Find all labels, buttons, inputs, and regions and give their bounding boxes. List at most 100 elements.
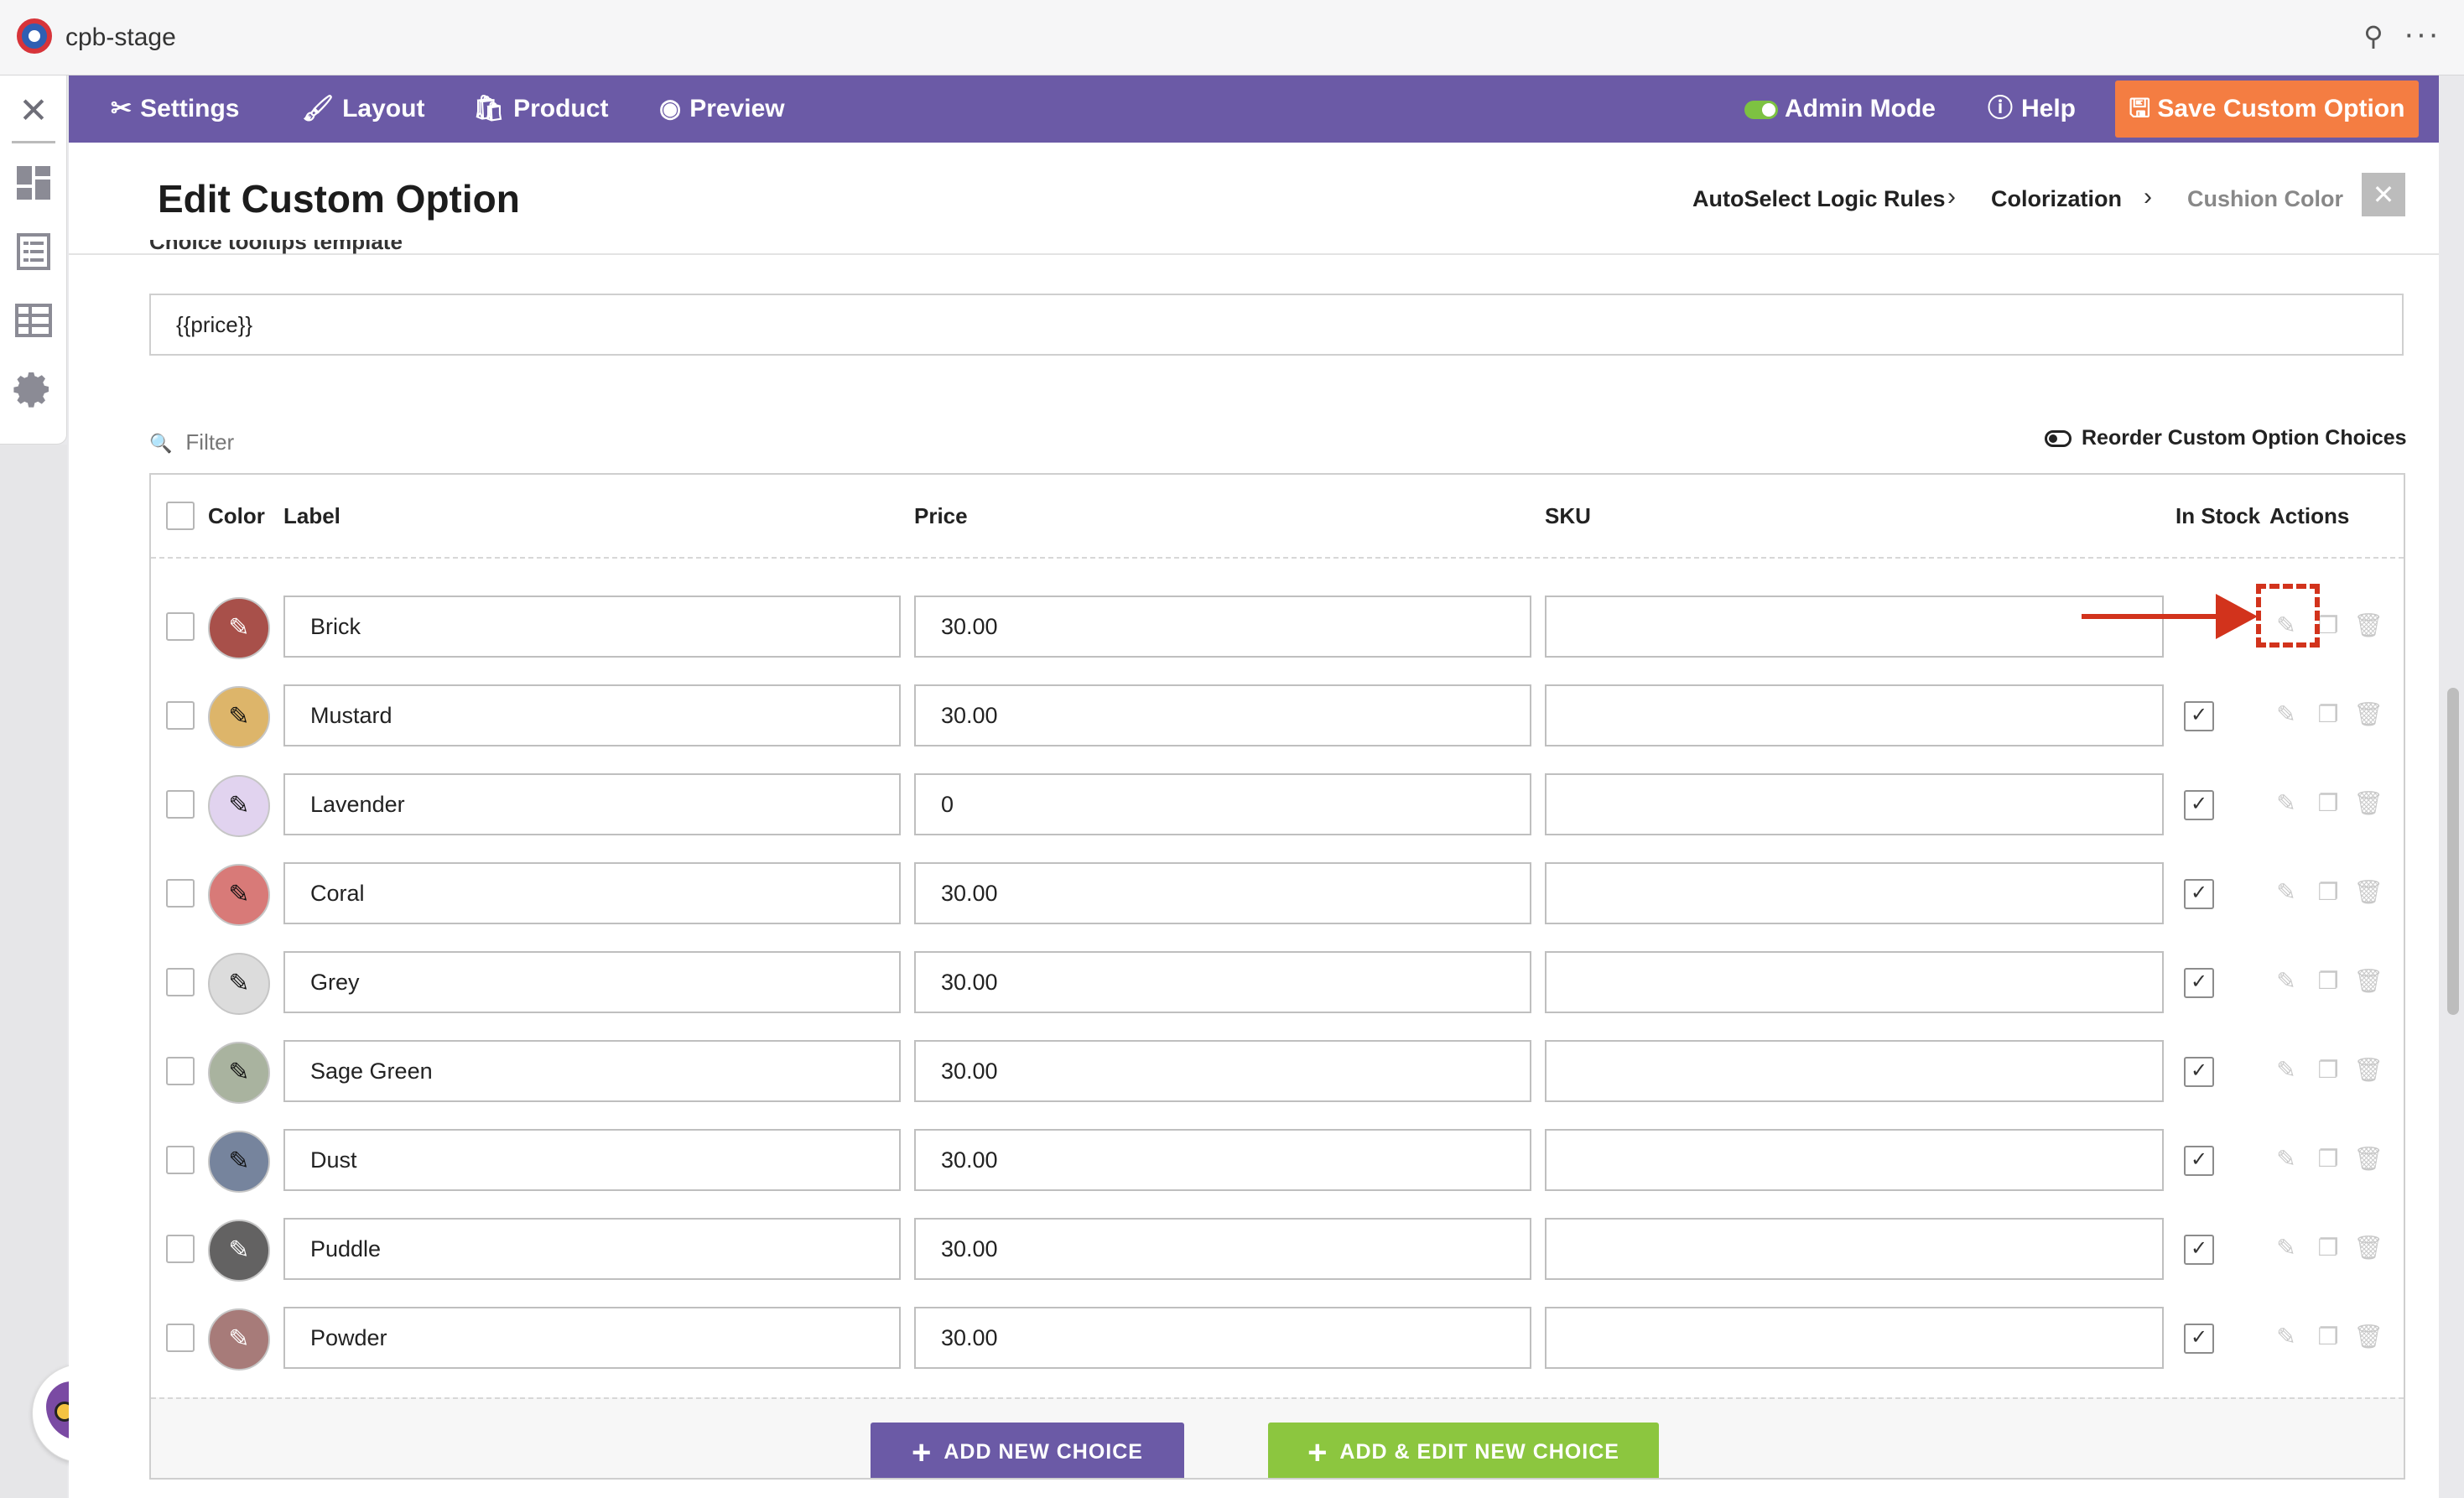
select-all-checkbox[interactable] — [166, 502, 195, 530]
label-input[interactable]: Powder — [283, 1307, 901, 1369]
edit-icon[interactable]: ✎ — [2271, 966, 2301, 996]
price-input[interactable]: 30.00 — [914, 1040, 1531, 1102]
sku-input[interactable] — [1545, 596, 2164, 658]
color-swatch[interactable]: ✎ — [208, 1042, 270, 1104]
sku-input[interactable] — [1545, 1218, 2164, 1280]
trash-icon[interactable]: 🗑 — [2353, 700, 2383, 730]
sku-input[interactable] — [1545, 1129, 2164, 1191]
in-stock-checkbox[interactable]: ✓ — [2184, 1146, 2214, 1176]
add-new-choice-button[interactable]: + ADD NEW CHOICE — [871, 1423, 1184, 1478]
row-checkbox[interactable] — [166, 790, 195, 819]
more-options-icon[interactable]: ··· — [2404, 17, 2439, 52]
edit-icon[interactable]: ✎ — [2271, 1055, 2301, 1085]
trash-icon[interactable]: 🗑 — [2353, 1055, 2383, 1085]
copy-icon[interactable]: ❐ — [2313, 700, 2343, 730]
close-button[interactable]: ✕ — [2362, 173, 2405, 216]
copy-icon[interactable]: ❐ — [2313, 788, 2343, 819]
in-stock-checkbox[interactable]: ✓ — [2184, 1057, 2214, 1087]
price-input[interactable]: 30.00 — [914, 1307, 1531, 1369]
trash-icon[interactable]: 🗑 — [2353, 877, 2383, 908]
nav-help[interactable]: ⓘ Help — [1988, 75, 2076, 143]
edit-icon[interactable]: ✎ — [2271, 788, 2301, 819]
copy-icon[interactable]: ❐ — [2313, 1233, 2343, 1263]
copy-icon[interactable]: ❐ — [2313, 877, 2343, 908]
color-swatch[interactable]: ✎ — [208, 1308, 270, 1371]
pin-icon[interactable]: ⚲ — [2358, 20, 2389, 54]
edit-icon[interactable]: ✎ — [2271, 1233, 2301, 1263]
edit-icon[interactable]: ✎ — [2271, 1322, 2301, 1352]
trash-icon[interactable]: 🗑 — [2353, 1233, 2383, 1263]
price-input[interactable]: 30.00 — [914, 951, 1531, 1013]
price-input[interactable]: 30.00 — [914, 1218, 1531, 1280]
label-input[interactable]: Coral — [283, 862, 901, 924]
reorder-toggle[interactable]: Reorder Custom Option Choices — [2045, 426, 2407, 450]
list-icon[interactable] — [13, 231, 54, 272]
add-edit-new-choice-button[interactable]: + ADD & EDIT NEW CHOICE — [1268, 1423, 1659, 1478]
row-checkbox[interactable] — [166, 1057, 195, 1085]
close-icon[interactable]: ✕ — [15, 92, 52, 129]
row-checkbox[interactable] — [166, 879, 195, 908]
copy-icon[interactable]: ❐ — [2313, 1144, 2343, 1174]
save-custom-option-button[interactable]: 🖫 Save Custom Option — [2115, 81, 2419, 138]
color-swatch[interactable]: ✎ — [208, 1220, 270, 1282]
sku-input[interactable] — [1545, 773, 2164, 835]
page-scrollbar[interactable] — [2447, 688, 2459, 1015]
price-input[interactable]: 30.00 — [914, 1129, 1531, 1191]
edit-icon[interactable]: ✎ — [2271, 1144, 2301, 1174]
copy-icon[interactable]: ❐ — [2313, 1055, 2343, 1085]
color-swatch[interactable]: ✎ — [208, 953, 270, 1015]
edit-icon[interactable]: ✎ — [2271, 877, 2301, 908]
label-input[interactable]: Puddle — [283, 1218, 901, 1280]
color-swatch[interactable]: ✎ — [208, 1131, 270, 1193]
sku-input[interactable] — [1545, 951, 2164, 1013]
label-input[interactable]: Grey — [283, 951, 901, 1013]
copy-icon[interactable]: ❐ — [2313, 966, 2343, 996]
breadcrumb-colorization[interactable]: Colorization — [1991, 186, 2122, 212]
in-stock-checkbox[interactable]: ✓ — [2184, 968, 2214, 998]
in-stock-checkbox[interactable]: ✓ — [2184, 879, 2214, 909]
sku-input[interactable] — [1545, 684, 2164, 746]
price-input[interactable]: 30.00 — [914, 684, 1531, 746]
label-input[interactable]: Lavender — [283, 773, 901, 835]
dashboard-icon[interactable] — [13, 163, 54, 203]
color-swatch[interactable]: ✎ — [208, 597, 270, 659]
row-checkbox[interactable] — [166, 701, 195, 730]
trash-icon[interactable]: 🗑 — [2353, 611, 2383, 641]
sku-input[interactable] — [1545, 862, 2164, 924]
row-checkbox[interactable] — [166, 1235, 195, 1263]
tooltip-template-input[interactable]: {{price}} — [149, 294, 2404, 356]
in-stock-checkbox[interactable]: ✓ — [2184, 701, 2214, 731]
label-input[interactable]: Dust — [283, 1129, 901, 1191]
table-icon[interactable] — [13, 300, 54, 341]
row-checkbox[interactable] — [166, 1324, 195, 1352]
color-swatch[interactable]: ✎ — [208, 775, 270, 837]
in-stock-checkbox[interactable]: ✓ — [2184, 1235, 2214, 1265]
nav-product[interactable]: 🛍 Product — [473, 75, 608, 143]
price-input[interactable]: 0 — [914, 773, 1531, 835]
nav-layout[interactable]: 🖌 Layout — [302, 75, 424, 143]
row-checkbox[interactable] — [166, 968, 195, 996]
in-stock-checkbox[interactable]: ✓ — [2184, 790, 2214, 820]
color-swatch[interactable]: ✎ — [208, 864, 270, 926]
label-input[interactable]: Sage Green — [283, 1040, 901, 1102]
row-checkbox[interactable] — [166, 1146, 195, 1174]
breadcrumb-autoselect[interactable]: AutoSelect Logic Rules — [1692, 186, 1946, 212]
edit-icon[interactable]: ✎ — [2271, 700, 2301, 730]
in-stock-checkbox[interactable]: ✓ — [2184, 1324, 2214, 1354]
sku-input[interactable] — [1545, 1040, 2164, 1102]
admin-mode-toggle[interactable]: Admin Mode — [1744, 75, 1936, 143]
nav-preview[interactable]: ◉ Preview — [659, 75, 785, 143]
trash-icon[interactable]: 🗑 — [2353, 966, 2383, 996]
gear-icon[interactable] — [13, 369, 54, 409]
trash-icon[interactable]: 🗑 — [2353, 1144, 2383, 1174]
label-input[interactable]: Brick — [283, 596, 901, 658]
nav-settings[interactable]: ✂ Settings — [111, 75, 240, 143]
row-checkbox[interactable] — [166, 612, 195, 641]
color-swatch[interactable]: ✎ — [208, 686, 270, 748]
price-input[interactable]: 30.00 — [914, 862, 1531, 924]
trash-icon[interactable]: 🗑 — [2353, 788, 2383, 819]
filter-input[interactable]: 🔍 Filter — [149, 429, 234, 455]
sku-input[interactable] — [1545, 1307, 2164, 1369]
label-input[interactable]: Mustard — [283, 684, 901, 746]
trash-icon[interactable]: 🗑 — [2353, 1322, 2383, 1352]
